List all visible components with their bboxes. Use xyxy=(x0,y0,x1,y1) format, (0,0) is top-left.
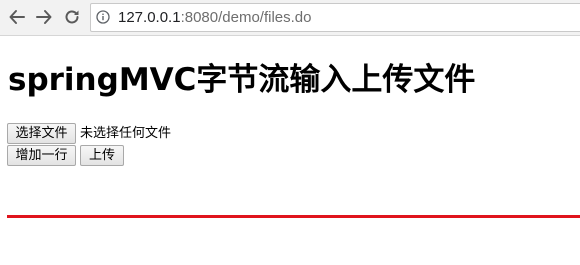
reload-icon[interactable] xyxy=(61,6,83,28)
file-status-text: 未选择任何文件 xyxy=(80,126,172,141)
forward-arrow-icon[interactable] xyxy=(33,6,55,28)
address-bar[interactable]: 127.0.0.1:8080/demo/files.do xyxy=(90,3,580,32)
choose-file-button[interactable]: 选择文件 xyxy=(7,123,76,144)
back-arrow-icon[interactable] xyxy=(6,6,28,28)
info-icon[interactable] xyxy=(96,10,110,24)
upload-button[interactable]: 上传 xyxy=(80,145,124,166)
url-text[interactable]: 127.0.0.1:8080/demo/files.do xyxy=(118,9,311,26)
add-row-button[interactable]: 增加一行 xyxy=(7,145,76,166)
url-path: :8080/demo/files.do xyxy=(180,9,312,26)
red-divider xyxy=(7,215,580,218)
page-title: springMVC字节流输入上传文件 xyxy=(8,62,476,98)
browser-toolbar: 127.0.0.1:8080/demo/files.do xyxy=(0,0,580,36)
url-host: 127.0.0.1 xyxy=(118,9,181,26)
